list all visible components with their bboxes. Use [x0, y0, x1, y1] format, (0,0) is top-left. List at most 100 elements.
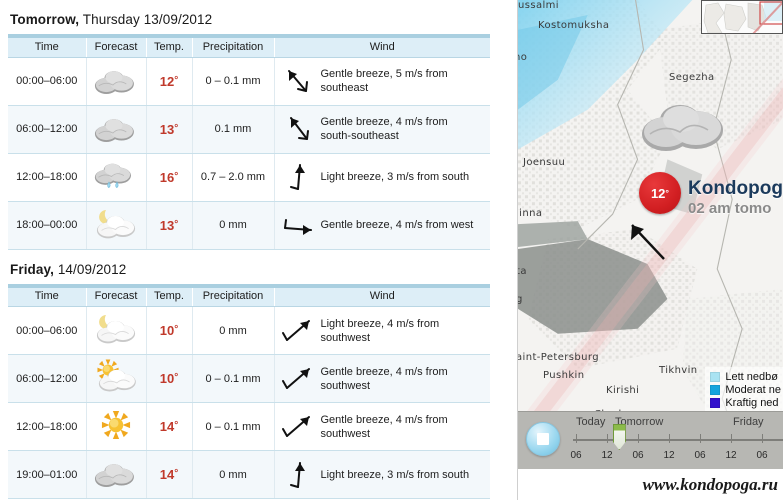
- wind-arrow-from-southwest: [281, 415, 310, 437]
- wind-cell: Gentle breeze, 4 m/s from west: [275, 206, 488, 244]
- cell-wind: Gentle breeze, 4 m/s from southwest: [274, 402, 490, 451]
- timeline-day-label: Today: [576, 416, 606, 428]
- timeline-tick-label: 12: [663, 450, 675, 461]
- column-header-precipitation: Precipitation: [192, 287, 275, 307]
- legend-swatch-light: [710, 371, 721, 382]
- wind-cell: Gentle breeze, 4 m/s from southwest: [275, 360, 488, 398]
- wind-description: Light breeze, 4 m/s from southwest: [320, 317, 440, 344]
- timeline-tick-label: 12: [725, 450, 737, 461]
- table-row: 12:00–18:00 16° 0.7 – 2.0 mm Light breeze, …: [8, 153, 490, 202]
- forecast-day-title: Friday, 14/09/2012: [8, 250, 507, 284]
- cell-forecast-icon: [86, 354, 147, 403]
- map-label: Kostomuksha: [538, 20, 610, 31]
- map-place-name: Kondopoga: [688, 178, 783, 199]
- cell-time: 12:00–18:00: [8, 153, 87, 202]
- stop-icon[interactable]: [526, 422, 560, 456]
- map-label: linna: [517, 208, 543, 219]
- cell-precipitation: 0 mm: [192, 201, 275, 250]
- wind-arrow-from-southwest: [281, 367, 310, 389]
- map-place-time: 02 am tomo: [688, 200, 772, 217]
- cell-forecast-icon: [86, 57, 147, 106]
- cell-precipitation: 0 – 0.1 mm: [192, 354, 275, 403]
- cell-temperature: 13°: [146, 201, 193, 250]
- forecast-day-block: Tomorrow, Thursday 13/09/2012 Time Forecas…: [8, 0, 507, 250]
- wind-arrow-from-southeast: [287, 70, 308, 92]
- wind-description: Light breeze, 3 m/s from south: [320, 468, 470, 481]
- temperature-marker[interactable]: 12 °: [639, 172, 681, 214]
- table-row: 00:00–06:00 12° 0 – 0.1 mm Gentle breeze, 5…: [8, 57, 490, 106]
- map-label: Segezha: [669, 72, 715, 83]
- wind-cell: Gentle breeze, 5 m/s from southeast: [275, 62, 488, 100]
- map-label: Pushkin: [543, 370, 585, 381]
- cell-time: 00:00–06:00: [8, 57, 87, 106]
- timeline-tick: [638, 434, 639, 443]
- cell-temperature: 16°: [146, 153, 193, 202]
- degree-symbol: °: [174, 468, 179, 479]
- cell-wind: Gentle breeze, 4 m/s from southwest: [274, 354, 490, 403]
- wind-cell: Light breeze, 3 m/s from south: [275, 456, 488, 494]
- cell-precipitation: 0 mm: [192, 306, 275, 355]
- timeline-axis: [573, 439, 783, 441]
- table-row: 00:00–06:00 10° 0 mm Light breeze, 4 m/s fr…: [8, 306, 490, 355]
- legend-item: Kraftig ned: [710, 396, 781, 409]
- map-cloudy-icon: [642, 105, 723, 151]
- map-label: ta: [517, 266, 527, 277]
- cell-time: 19:00–01:00: [8, 450, 87, 499]
- wind-arrow-from-south: [289, 164, 305, 190]
- column-header-time: Time: [8, 38, 87, 58]
- wind-arrow-slot: [275, 360, 321, 398]
- temperature-value: 13: [159, 121, 175, 137]
- marker-temp-value: 12: [650, 185, 666, 201]
- wind-description: Gentle breeze, 4 m/s from southwest: [320, 413, 448, 440]
- weather-page: Tomorrow, Thursday 13/09/2012 Time Forecas…: [0, 0, 783, 500]
- wind-description: Gentle breeze, 4 m/s from south-southeas…: [320, 116, 448, 142]
- sunny-icon: [101, 410, 131, 440]
- forecast-day-block: Friday, 14/09/2012 Time Forecast Temp. Preci…: [8, 250, 507, 499]
- table-row: 18:00–00:00 13° 0 mm Gentle breeze, 4 m/s f…: [8, 201, 490, 250]
- rain-cloud-icon: [94, 163, 131, 188]
- column-header-forecast: Forecast: [86, 287, 147, 307]
- cell-precipitation: 0 mm: [192, 450, 275, 499]
- wind-cell: Light breeze, 4 m/s from southwest: [275, 312, 488, 350]
- degree-symbol: °: [174, 420, 179, 431]
- map-label: Joensuu: [523, 157, 566, 168]
- wind-arrow-slot: [275, 206, 321, 244]
- inset-overview-map[interactable]: [701, 0, 783, 34]
- degree-symbol: °: [174, 170, 179, 182]
- column-header-forecast: Forecast: [86, 38, 147, 58]
- legend-label-heavy: Kraftig ned: [725, 396, 779, 409]
- cell-precipitation: 0.7 – 2.0 mm: [192, 153, 275, 202]
- cell-temperature: 14°: [146, 450, 193, 499]
- cell-temperature: 10°: [146, 306, 193, 355]
- timeline-tick: [576, 434, 577, 443]
- timeline-tick-label: 06: [756, 450, 768, 461]
- map-timeline-control[interactable]: Today Tomorrow Friday 06 12 06 12 06 12 06: [518, 411, 783, 469]
- map-wind-arrow-icon: [631, 224, 665, 260]
- day-title-date: 14/09/2012: [53, 261, 127, 277]
- forecast-panel: Tomorrow, Thursday 13/09/2012 Time Forecas…: [0, 0, 515, 500]
- temperature-value: 16: [159, 169, 175, 185]
- wind-arrow-slot: [275, 312, 321, 350]
- map-label: Tikhvin: [659, 365, 698, 376]
- forecast-table: Time Forecast Temp. Precipitation Wind 00:00–…: [8, 283, 490, 499]
- map-label: g: [518, 294, 523, 305]
- wind-arrow-slot: [275, 456, 321, 494]
- wind-cell: Gentle breeze, 4 m/s from southwest: [275, 408, 488, 446]
- day-title-strong: Friday,: [10, 261, 54, 277]
- cell-forecast-icon: [86, 105, 147, 154]
- table-row: 19:00–01:00 14° 0 mm Light breeze, 3 m/s fr…: [8, 450, 490, 499]
- timeline-tick-label: 06: [570, 450, 582, 461]
- legend-swatch-moderate: [710, 384, 721, 395]
- cell-forecast-icon: [86, 153, 147, 202]
- timeline-handle[interactable]: [612, 424, 626, 450]
- timeline-tick: [762, 434, 763, 443]
- wind-arrow-slot: [275, 158, 321, 196]
- legend-item: Moderat ne: [710, 383, 781, 396]
- wind-description: Gentle breeze, 4 m/s from southwest: [320, 365, 448, 392]
- weather-map-panel[interactable]: ussalmi Kostomuksha no Segezha Joensuu linna t…: [517, 0, 783, 500]
- cell-forecast-icon: [86, 402, 147, 451]
- cell-forecast-icon: [86, 306, 147, 355]
- timeline-day-label: Friday: [733, 416, 764, 428]
- partly-cloudy-night-icon: [96, 209, 136, 238]
- temperature-value: 14: [159, 467, 175, 482]
